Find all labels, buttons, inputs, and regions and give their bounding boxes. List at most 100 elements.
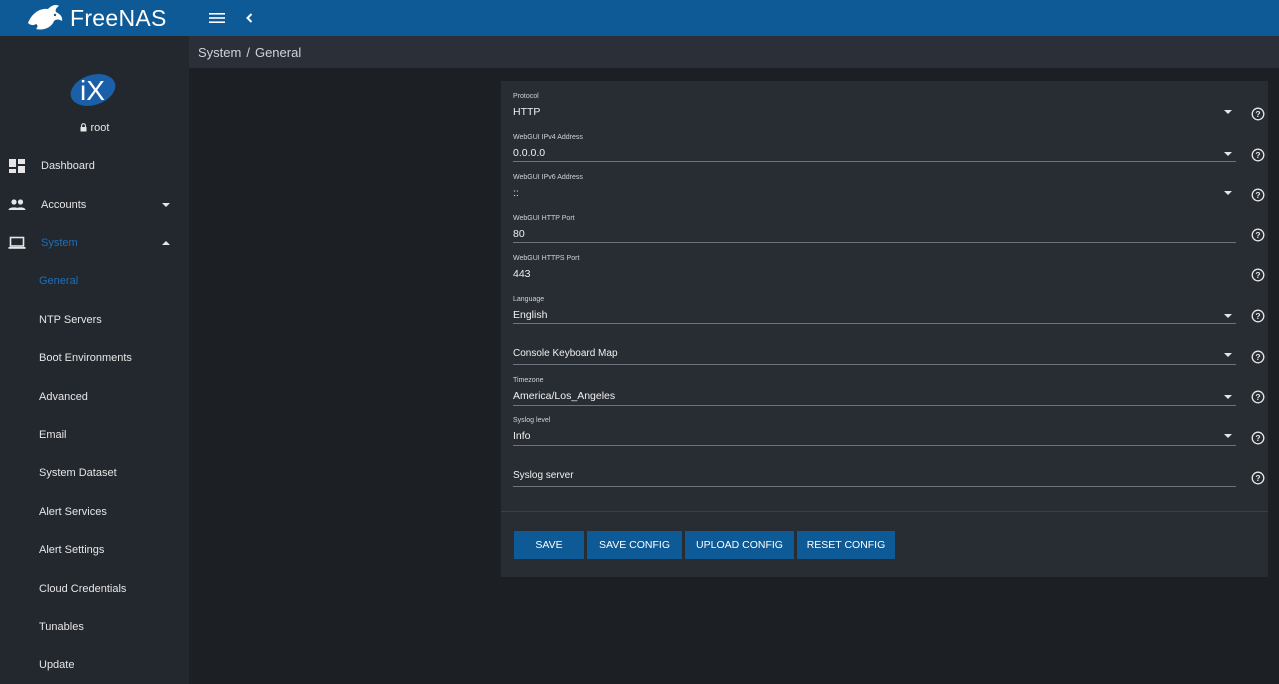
field-label: WebGUI IPv6 Address [513, 174, 583, 181]
dropdown-arrow-icon [1224, 314, 1232, 318]
ipv4-address-select[interactable]: WebGUI IPv4 Address 0.0.0.0 ? [513, 134, 1265, 164]
shark-icon [28, 5, 63, 30]
dropdown-arrow-icon [1224, 110, 1232, 114]
ix-logo: iX [70, 74, 116, 106]
breadcrumb-parent[interactable]: System [198, 45, 241, 60]
svg-text:?: ? [1255, 473, 1260, 483]
field-placeholder: Console Keyboard Map [513, 348, 618, 359]
svg-text:?: ? [1255, 230, 1260, 240]
help-icon[interactable]: ? [1251, 268, 1265, 282]
help-icon[interactable]: ? [1251, 471, 1265, 485]
dropdown-arrow-icon [1224, 434, 1232, 438]
svg-text:?: ? [1255, 270, 1260, 280]
ipv6-address-select[interactable]: WebGUI IPv6 Address :: ? [513, 174, 1265, 204]
help-icon[interactable]: ? [1251, 228, 1265, 242]
reset-config-button[interactable]: RESET CONFIG [797, 531, 895, 559]
sidebar-item-label: Accounts [41, 199, 87, 211]
chevron-left-icon[interactable] [243, 10, 255, 26]
help-icon[interactable]: ? [1251, 431, 1265, 445]
sidebar-item-dashboard[interactable]: Dashboard [0, 147, 189, 185]
upload-config-button[interactable]: UPLOAD CONFIG [685, 531, 794, 559]
svg-text:iX: iX [80, 75, 105, 106]
help-icon[interactable]: ? [1251, 148, 1265, 162]
field-value: 0.0.0.0 [513, 147, 546, 159]
field-underline [513, 242, 1236, 243]
sidebar-subitem-boot-environments[interactable]: Boot Environments [39, 352, 132, 364]
field-label: WebGUI IPv4 Address [513, 134, 583, 141]
field-value: America/Los_Angeles [513, 390, 616, 402]
field-value: :: [513, 187, 519, 199]
field-underline [513, 486, 1236, 487]
syslog-level-select[interactable]: Syslog level Info ? [513, 417, 1265, 447]
sidebar-subitem-tunables[interactable]: Tunables [39, 621, 84, 633]
lock-icon [80, 123, 87, 132]
svg-text:?: ? [1255, 109, 1260, 119]
help-icon[interactable]: ? [1251, 188, 1265, 202]
help-icon[interactable]: ? [1251, 309, 1265, 323]
field-value: 80 [513, 228, 525, 240]
http-port-input[interactable]: WebGUI HTTP Port 80 ? [513, 215, 1265, 245]
breadcrumb-bar: System / General [189, 36, 1279, 68]
sidebar-subitem-ntp-servers[interactable]: NTP Servers [39, 314, 102, 326]
sidebar-subitem-email[interactable]: Email [39, 429, 67, 441]
sidebar-subitem-system-dataset[interactable]: System Dataset [39, 467, 117, 479]
freenas-logo[interactable]: FreeNAS™ [26, 0, 175, 34]
protocol-select[interactable]: Protocol HTTP ? [513, 93, 1265, 123]
sidebar-subitem-alert-settings[interactable]: Alert Settings [39, 544, 104, 556]
save-config-button[interactable]: SAVE CONFIG [587, 531, 682, 559]
syslog-server-input[interactable]: Syslog server ? [513, 470, 1265, 487]
field-underline [513, 364, 1236, 365]
field-label: WebGUI HTTP Port [513, 215, 575, 222]
sidebar-item-label: Dashboard [41, 160, 95, 172]
form-divider [501, 511, 1268, 512]
dropdown-arrow-icon [1224, 395, 1232, 399]
field-underline [513, 323, 1236, 324]
sidebar-item-accounts[interactable]: Accounts [0, 186, 189, 224]
language-select[interactable]: Language English ? [513, 296, 1265, 326]
chevron-up-icon [162, 241, 170, 245]
sidebar-subitem-cloud-credentials[interactable]: Cloud Credentials [39, 583, 126, 595]
help-icon[interactable]: ? [1251, 107, 1265, 121]
hamburger-icon[interactable] [208, 10, 226, 26]
field-placeholder: Syslog server [513, 470, 574, 481]
people-icon [8, 199, 26, 210]
field-label: Language [513, 296, 545, 303]
sidebar-subitem-update[interactable]: Update [39, 659, 74, 671]
dashboard-icon [9, 159, 25, 173]
svg-text:?: ? [1255, 392, 1260, 402]
field-label: Timezone [513, 377, 544, 384]
breadcrumb-separator: / [246, 45, 250, 60]
field-value: English [513, 309, 548, 321]
save-button[interactable]: SAVE [514, 531, 584, 559]
field-underline [513, 405, 1236, 406]
sidebar-item-label: System [41, 237, 78, 249]
sidebar-subitem-advanced[interactable]: Advanced [39, 391, 88, 403]
help-icon[interactable]: ? [1251, 390, 1265, 404]
field-value: Info [513, 430, 531, 442]
help-icon[interactable]: ? [1251, 350, 1265, 364]
username: root [90, 122, 110, 134]
sidebar: iX root Dashboard Accounts System Genera… [0, 36, 189, 684]
top-bar: FreeNAS™ [0, 0, 1279, 36]
field-label: Syslog level [513, 417, 551, 424]
sidebar-subitem-general[interactable]: General [39, 275, 78, 287]
brand-name: FreeNAS™ [70, 0, 175, 31]
field-underline [513, 445, 1236, 446]
console-keyboard-map-select[interactable]: Console Keyboard Map ? [513, 348, 1265, 365]
field-value: HTTP [513, 106, 541, 118]
svg-text:?: ? [1255, 311, 1260, 321]
field-value: 443 [513, 268, 531, 280]
dropdown-arrow-icon [1224, 152, 1232, 156]
general-settings-form: Protocol HTTP ? WebGUI IPv4 Address 0.0.… [501, 81, 1268, 577]
https-port-input[interactable]: WebGUI HTTPS Port 443 ? [513, 255, 1265, 285]
field-label: WebGUI HTTPS Port [513, 255, 580, 262]
current-user: root [0, 122, 189, 134]
sidebar-subitem-alert-services[interactable]: Alert Services [39, 506, 107, 518]
sidebar-item-system[interactable]: System [0, 224, 189, 262]
chevron-down-icon [162, 203, 170, 207]
breadcrumb-current: General [254, 45, 302, 60]
svg-text:?: ? [1255, 150, 1260, 160]
timezone-select[interactable]: Timezone America/Los_Angeles ? [513, 377, 1265, 407]
dropdown-arrow-icon [1224, 353, 1232, 357]
field-underline [513, 161, 1236, 162]
